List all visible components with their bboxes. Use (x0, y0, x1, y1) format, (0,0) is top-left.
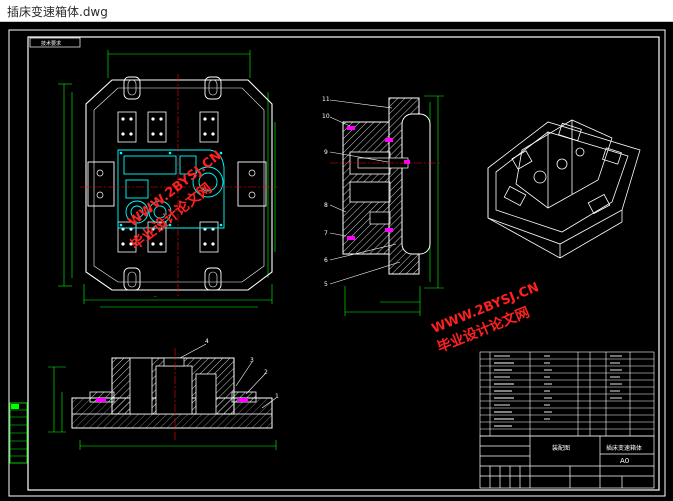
title-block-sheet: A0 (620, 457, 629, 465)
title-block: 装配图 插床变速箱体 A0 (479, 435, 655, 489)
drawing-svg: 技术要求 ─ 11 10 9 8 7 6 5 4 3 2 1 装配图 插床变速箱… (8, 29, 666, 497)
isometric-view (487, 119, 641, 259)
top-view: ─ (58, 50, 278, 308)
watermark-2: 毕业设计论文网 WWW.2BYSJ.CN (430, 280, 541, 356)
cad-canvas[interactable]: 技术要求 ─ 11 10 9 8 7 6 5 4 3 2 1 装配图 插床变速箱… (0, 22, 673, 501)
side-view: 11 10 9 8 7 6 5 (322, 95, 444, 316)
balloon-side-10: 10 (322, 113, 330, 120)
parts-list-text-marks (494, 355, 622, 427)
balloon-side-9: 9 (324, 149, 328, 156)
balloon-bottom-4: 4 (205, 338, 209, 345)
balloon-side-6: 6 (324, 257, 328, 264)
window-titlebar: 插床变速箱体.dwg (0, 0, 673, 22)
balloon-bottom-1: 1 (275, 393, 279, 400)
balloon-bottom-3: 3 (250, 357, 254, 364)
left-stamp-strip (9, 402, 28, 464)
watermark-1: 毕业设计论文网 WWW.2BYSJ.CN (126, 148, 225, 253)
balloon-bottom-2: 2 (264, 369, 268, 376)
title-block-company: 装配图 (552, 444, 570, 452)
balloon-side-5: 5 (324, 281, 328, 288)
frame-tag-label: 技术要求 (41, 40, 61, 47)
front-section-view: 4 3 2 1 (48, 338, 279, 450)
balloon-side-8: 8 (324, 202, 328, 209)
title-block-drawing-name: 插床变速箱体 (606, 444, 642, 452)
balloon-side-11: 11 (322, 96, 330, 103)
dim-width-text: ─ (153, 294, 157, 299)
balloon-side-7: 7 (324, 230, 328, 237)
window-title: 插床变速箱体.dwg (7, 5, 108, 19)
parts-list-table (479, 351, 655, 437)
